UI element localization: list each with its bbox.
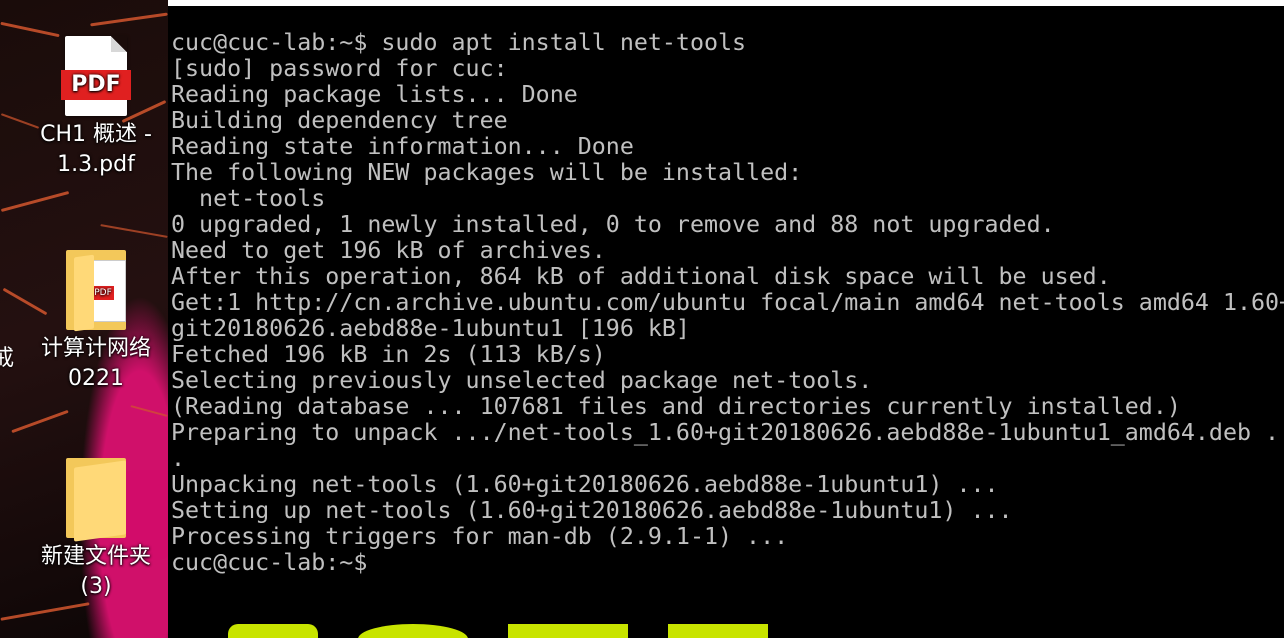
terminal-output[interactable]: cuc@cuc-lab:~$ sudo apt install net-tool… xyxy=(171,30,1284,576)
wallpaper-streak xyxy=(11,409,69,434)
desktop-icon-pdf-ch1[interactable]: PDF CH1 概述 - 1.3.pdf xyxy=(26,36,166,180)
terminal-line: Preparing to unpack .../net-tools_1.60+g… xyxy=(171,419,1284,446)
terminal-line: After this operation, 864 kB of addition… xyxy=(171,263,1111,290)
terminal-prompt: cuc@cuc-lab:~$ xyxy=(171,549,368,576)
wallpaper-streak xyxy=(0,190,70,213)
folder-icon xyxy=(26,458,166,542)
terminal-line: Reading package lists... Done xyxy=(171,81,578,108)
desktop-icon-label: 0221 xyxy=(68,366,124,391)
terminal-line: 0 upgraded, 1 newly installed, 0 to remo… xyxy=(171,211,1055,238)
terminal-title-bar[interactable] xyxy=(168,0,1284,6)
terminal-line: net-tools xyxy=(171,185,326,212)
wallpaper-streak xyxy=(0,21,60,38)
terminal-line: (Reading database ... 107681 files and d… xyxy=(171,393,1181,420)
wallpaper-streak xyxy=(130,405,168,417)
terminal-line: The following NEW packages will be insta… xyxy=(171,159,803,186)
desktop-icon-new-folder[interactable]: 新建文件夹 (3) xyxy=(26,458,166,602)
terminal-line: Setting up net-tools (1.60+git20180626.a… xyxy=(171,497,1013,524)
terminal-line: Reading state information... Done xyxy=(171,133,634,160)
partial-desktop-label: 戒 xyxy=(0,346,15,371)
wallpaper-streak xyxy=(0,602,90,621)
desktop-icon-label: 1.3.pdf xyxy=(57,152,135,177)
wallpaper-text-fragment xyxy=(228,624,788,638)
terminal-line: Unpacking net-tools (1.60+git20180626.ae… xyxy=(171,471,999,498)
terminal-line: cuc@cuc-lab:~$ sudo apt install net-tool… xyxy=(171,29,747,56)
wallpaper-streak xyxy=(100,224,168,238)
desktop-icon-folder-network[interactable]: PDF 计算计网络 0221 xyxy=(26,250,166,394)
terminal-line: Get:1 http://cn.archive.ubuntu.com/ubunt… xyxy=(171,289,1284,316)
desktop-wallpaper: 戒 PDF CH1 概述 - 1.3.pdf PDF 计算计网络 0221 新建… xyxy=(0,0,168,638)
desktop-icon-label: (3) xyxy=(80,574,112,599)
desktop-icon-label: CH1 概述 - xyxy=(40,122,152,147)
terminal-line: Selecting previously unselected package … xyxy=(171,367,873,394)
folder-with-pdf-icon: PDF xyxy=(26,250,166,332)
wallpaper-streak xyxy=(90,12,168,27)
terminal-line: [sudo] password for cuc: xyxy=(171,55,508,82)
pdf-file-icon: PDF xyxy=(26,36,166,116)
terminal-line: git20180626.aebd88e-1ubuntu1 [196 kB] xyxy=(171,315,690,342)
terminal-line: Building dependency tree xyxy=(171,107,508,134)
terminal-window[interactable]: cuc@cuc-lab:~$ sudo apt install net-tool… xyxy=(168,0,1284,638)
terminal-line: Fetched 196 kB in 2s (113 kB/s) xyxy=(171,341,606,368)
terminal-line: . xyxy=(171,445,186,472)
desktop-icon-label: 计算计网络 xyxy=(40,336,151,361)
terminal-line: Processing triggers for man-db (2.9.1-1)… xyxy=(171,523,789,550)
terminal-line: Need to get 196 kB of archives. xyxy=(171,237,606,264)
desktop-icon-label: 新建文件夹 xyxy=(40,544,151,569)
